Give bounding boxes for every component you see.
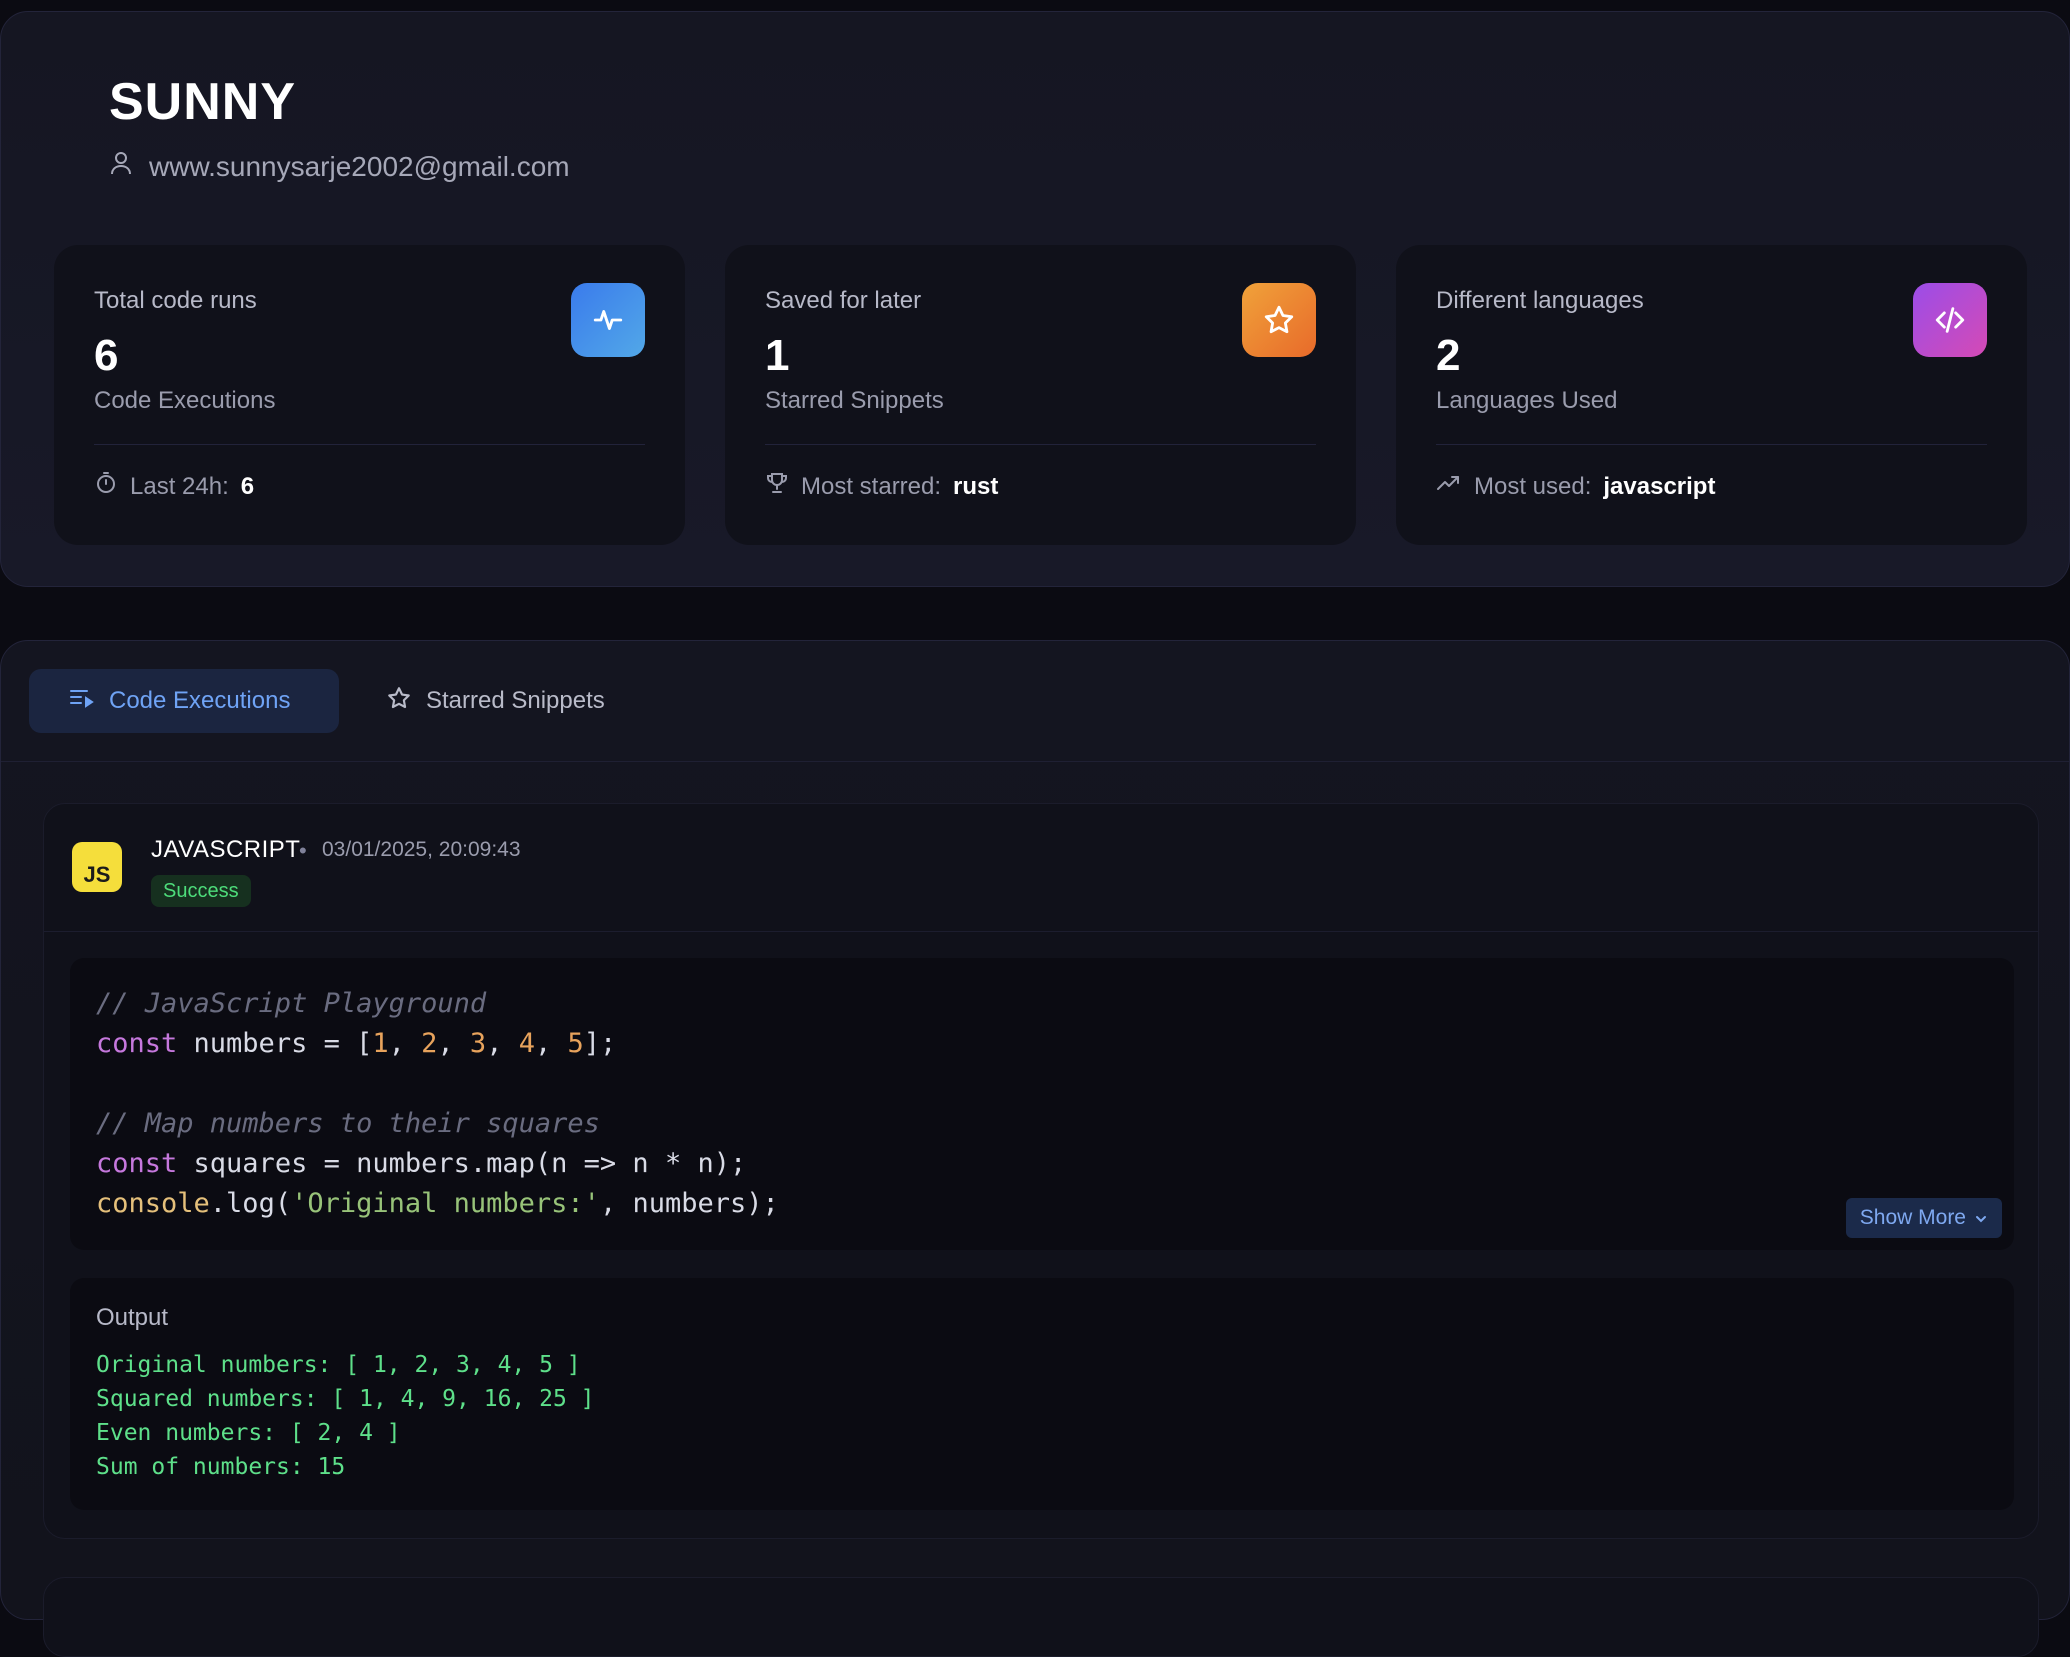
code-number: 3 bbox=[469, 1028, 487, 1059]
code-text: , bbox=[534, 1028, 568, 1059]
stat-value: 2 bbox=[1436, 331, 1461, 380]
stat-footer: Most starred: rust bbox=[765, 471, 998, 502]
status-badge: Success bbox=[151, 875, 251, 907]
code-block: // JavaScript Playground const numbers =… bbox=[70, 958, 2014, 1250]
chevron-down-icon bbox=[1974, 1198, 1988, 1238]
stat-footer-value: javascript bbox=[1603, 472, 1716, 500]
code-keyword: const bbox=[96, 1028, 178, 1059]
user-email-row: www.sunnysarje2002@gmail.com bbox=[109, 150, 570, 183]
code-text: numbers = [ bbox=[177, 1028, 373, 1059]
code-line: // JavaScript Playground bbox=[96, 984, 1988, 1024]
stat-divider bbox=[94, 444, 645, 445]
stat-sublabel: Starred Snippets bbox=[765, 387, 944, 414]
separator-dot: • bbox=[299, 838, 307, 863]
code-function: console bbox=[96, 1188, 210, 1219]
timer-icon bbox=[94, 471, 118, 502]
tab-label: Code Executions bbox=[109, 687, 291, 714]
show-more-label: Show More bbox=[1859, 1206, 1966, 1229]
stat-label: Saved for later bbox=[765, 287, 922, 314]
output-line: Even numbers: [ 2, 4 ] bbox=[96, 1420, 401, 1446]
code-number: 4 bbox=[518, 1028, 535, 1059]
execution-header: JS JAVASCRIPT • 03/01/2025, 20:09:43 Suc… bbox=[44, 804, 2038, 932]
code-line: console.log('Original numbers:', numbers… bbox=[96, 1184, 1988, 1224]
code-number: 2 bbox=[421, 1028, 438, 1059]
stat-footer-label: Most starred: bbox=[801, 472, 942, 500]
user-icon bbox=[109, 150, 133, 183]
stat-footer-value: rust bbox=[953, 472, 999, 500]
code-line: // Map numbers to their squares bbox=[96, 1104, 1988, 1144]
code-text: , numbers); bbox=[599, 1188, 779, 1219]
trophy-icon bbox=[765, 471, 789, 502]
stat-value: 1 bbox=[765, 331, 790, 380]
user-email: www.sunnysarje2002@gmail.com bbox=[149, 150, 570, 182]
output-line: Original numbers: [ 1, 2, 3, 4, 5 ] bbox=[96, 1352, 581, 1378]
language-name: JAVASCRIPT bbox=[151, 836, 301, 863]
star-outline-icon bbox=[386, 685, 412, 718]
code-text: , bbox=[437, 1028, 470, 1059]
stat-divider bbox=[1436, 444, 1987, 445]
code-text: , bbox=[388, 1028, 422, 1059]
execution-card-next bbox=[43, 1577, 2039, 1657]
code-text: ]; bbox=[583, 1028, 617, 1059]
stat-divider bbox=[765, 444, 1316, 445]
code-text: squares = numbers.map(n => n * n); bbox=[177, 1148, 747, 1179]
code-number: 5 bbox=[567, 1028, 584, 1059]
stat-card-languages: Different languages 2 Languages Used Mos… bbox=[1396, 245, 2027, 545]
code-line: const squares = numbers.map(n => n * n); bbox=[96, 1144, 1988, 1184]
stat-sublabel: Languages Used bbox=[1436, 387, 1618, 414]
show-more-button[interactable]: Show More bbox=[1845, 1198, 2002, 1238]
star-icon bbox=[1242, 283, 1316, 357]
tab-bar: Code Executions Starred Snippets bbox=[1, 641, 2069, 762]
javascript-logo-icon: JS bbox=[72, 842, 122, 892]
stat-footer: Most used: javascript bbox=[1436, 471, 1715, 502]
stat-footer: Last 24h: 6 bbox=[94, 471, 254, 502]
list-play-icon bbox=[69, 687, 95, 716]
output-line: Sum of numbers: 15 bbox=[96, 1454, 346, 1480]
code-comment: // Map numbers to their squares bbox=[96, 1108, 600, 1139]
execution-timestamp: 03/01/2025, 20:09:43 bbox=[322, 838, 521, 861]
output-line: Squared numbers: [ 1, 4, 9, 16, 25 ] bbox=[96, 1386, 595, 1412]
code-number: 1 bbox=[372, 1028, 389, 1059]
user-name: SUNNY bbox=[109, 73, 297, 131]
tab-code-executions[interactable]: Code Executions bbox=[29, 669, 339, 733]
execution-card: JS JAVASCRIPT • 03/01/2025, 20:09:43 Suc… bbox=[43, 803, 2039, 1539]
activity-panel: Code Executions Starred Snippets JS JAVA… bbox=[0, 640, 2070, 1657]
output-block: Output Original numbers: [ 1, 2, 3, 4, 5… bbox=[70, 1278, 2014, 1510]
code-string: 'Original numbers:' bbox=[291, 1188, 600, 1219]
stat-footer-label: Most used: bbox=[1474, 472, 1592, 500]
stat-card-saved: Saved for later 1 Starred Snippets Most … bbox=[725, 245, 1356, 545]
code-keyword: const bbox=[96, 1148, 178, 1179]
output-title: Output bbox=[96, 1304, 169, 1331]
code-text: , bbox=[486, 1028, 519, 1059]
tab-starred-snippets[interactable]: Starred Snippets bbox=[346, 669, 645, 733]
stat-card-code-runs: Total code runs 6 Code Executions Last 2… bbox=[54, 245, 685, 545]
stat-label: Different languages bbox=[1436, 287, 1644, 314]
code-line: const numbers = [1, 2, 3, 4, 5]; bbox=[96, 1024, 1988, 1064]
code-comment: // JavaScript Playground bbox=[96, 988, 487, 1019]
code-icon bbox=[1913, 283, 1987, 357]
activity-icon bbox=[571, 283, 645, 357]
tab-label: Starred Snippets bbox=[426, 687, 605, 714]
stat-footer-value: 6 bbox=[240, 472, 255, 500]
stat-value: 6 bbox=[94, 331, 119, 380]
stat-sublabel: Code Executions bbox=[94, 387, 276, 414]
stat-label: Total code runs bbox=[94, 287, 257, 314]
code-text: .log( bbox=[209, 1188, 292, 1219]
trending-up-icon bbox=[1436, 471, 1462, 502]
profile-panel: SUNNY www.sunnysarje2002@gmail.com Total… bbox=[0, 11, 2070, 587]
stat-footer-label: Last 24h: bbox=[130, 472, 229, 500]
